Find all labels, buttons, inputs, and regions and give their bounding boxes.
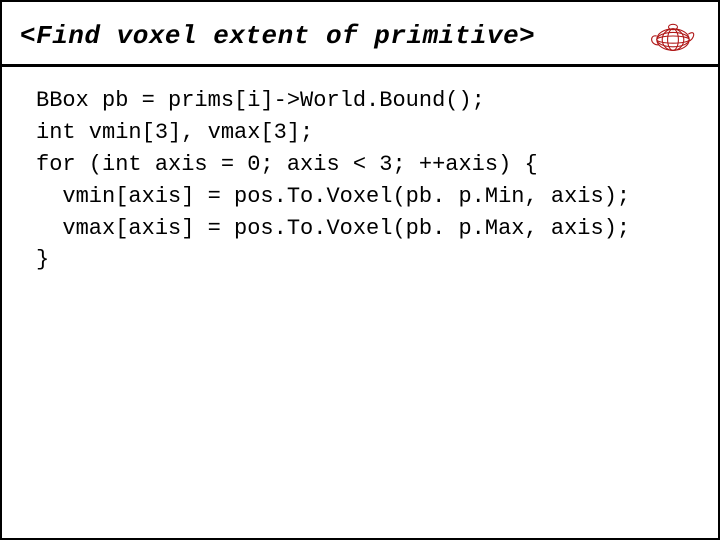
teapot-logo-icon bbox=[646, 14, 700, 58]
code-line: vmax[axis] = pos.To.Voxel(pb. p.Max, axi… bbox=[36, 213, 684, 245]
code-line: BBox pb = prims[i]->World.Bound(); bbox=[36, 85, 684, 117]
code-line: } bbox=[36, 244, 684, 276]
code-line: vmin[axis] = pos.To.Voxel(pb. p.Min, axi… bbox=[36, 181, 684, 213]
code-block: BBox pb = prims[i]->World.Bound(); int v… bbox=[2, 67, 718, 294]
slide-header: <Find voxel extent of primitive> bbox=[2, 2, 718, 67]
code-line: for (int axis = 0; axis < 3; ++axis) { bbox=[36, 149, 684, 181]
code-line: int vmin[3], vmax[3]; bbox=[36, 117, 684, 149]
slide-title: <Find voxel extent of primitive> bbox=[20, 21, 535, 51]
